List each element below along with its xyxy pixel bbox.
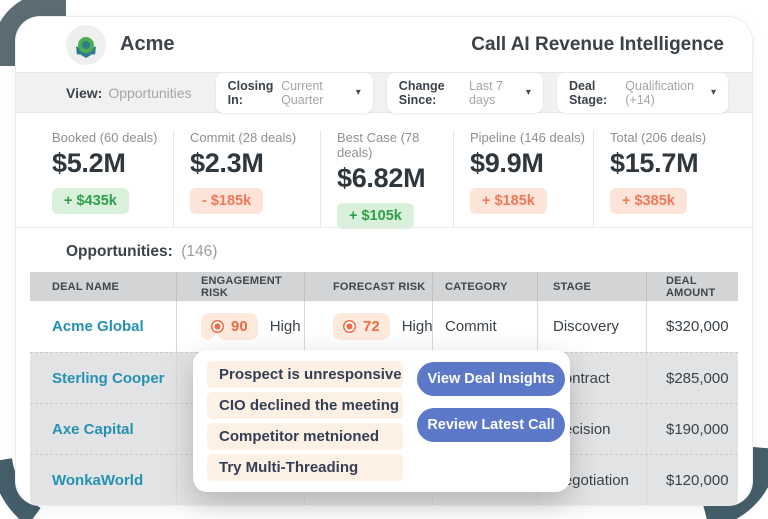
kpi-total: Total (206 deals) $15.7M + $385k xyxy=(593,130,752,227)
acme-logo-icon xyxy=(73,32,99,58)
kpi-delta-badge: + $435k xyxy=(52,188,129,214)
column-header-deal-amount: DEAL AMOUNT xyxy=(646,272,738,301)
deal-amount-cell: $190,000 xyxy=(646,404,738,454)
kpi-value: $5.2M xyxy=(52,148,173,179)
column-header-deal-name: DEAL NAME xyxy=(30,272,176,301)
kpi-label: Best Case (78 deals) xyxy=(337,130,453,160)
kpi-pipeline: Pipeline (146 deals) $9.9M + $185k xyxy=(453,130,593,227)
deal-name-link[interactable]: Acme Global xyxy=(52,318,144,335)
kpi-delta-badge: + $105k xyxy=(337,203,414,229)
engagement-risk-level: High xyxy=(270,318,301,335)
engagement-risk-score: 90 xyxy=(231,318,248,335)
kpi-label: Commit (28 deals) xyxy=(190,130,320,145)
popup-actions: View Deal Insights Review Latest Call xyxy=(417,361,565,481)
page-title: Call AI Revenue Intelligence xyxy=(471,34,724,56)
change-since-dropdown[interactable]: Change Since: Last 7 days ▾ xyxy=(387,73,543,113)
table-row[interactable]: Acme Global 90 High 72 High Commit Disco… xyxy=(30,301,738,352)
column-header-stage: STAGE xyxy=(537,272,646,301)
engagement-risk-badge[interactable]: 90 xyxy=(201,313,258,340)
risk-reason-item: CIO declined the meeting xyxy=(207,392,403,419)
risk-reason-item: Try Multi-Threading xyxy=(207,454,403,481)
kpi-label: Booked (60 deals) xyxy=(52,130,173,145)
deal-stage-dropdown[interactable]: Deal Stage: Qualification (+14) ▾ xyxy=(557,73,728,113)
kpi-value: $6.82M xyxy=(337,163,453,194)
column-header-engagement-risk: ENGAGEMENT RISK xyxy=(176,272,304,301)
closing-in-label: Closing In: xyxy=(228,79,276,107)
kpi-label: Pipeline (146 deals) xyxy=(470,130,593,145)
risk-dot-icon xyxy=(343,320,356,333)
kpi-delta-badge: + $385k xyxy=(610,188,687,214)
forecast-risk-level: High xyxy=(402,318,433,335)
change-since-value: Last 7 days xyxy=(469,79,517,107)
deal-name-cell: WonkaWorld xyxy=(30,455,176,505)
chevron-down-icon: ▾ xyxy=(526,87,531,98)
stage-cell: Discovery xyxy=(537,301,646,352)
review-latest-call-button[interactable]: Review Latest Call xyxy=(417,408,565,442)
deal-amount-cell: $285,000 xyxy=(646,353,738,403)
view-value[interactable]: Opportunities xyxy=(108,85,191,101)
chevron-down-icon: ▾ xyxy=(711,87,716,98)
risk-reason-item: Competitor metnioned xyxy=(207,423,403,450)
engagement-risk-cell: 90 High xyxy=(176,301,304,352)
closing-in-dropdown[interactable]: Closing In: Current Quarter ▾ xyxy=(216,73,373,113)
deal-name-link[interactable]: Axe Capital xyxy=(52,421,134,438)
deal-stage-label: Deal Stage: xyxy=(569,79,620,107)
opportunities-heading: Opportunities: (146) xyxy=(16,227,752,272)
deal-stage-value: Qualification (+14) xyxy=(625,79,702,107)
forecast-risk-score: 72 xyxy=(363,318,380,335)
kpi-booked: Booked (60 deals) $5.2M + $435k xyxy=(16,130,173,227)
deal-name-cell: Axe Capital xyxy=(30,404,176,454)
kpi-value: $9.9M xyxy=(470,148,593,179)
view-label: View: xyxy=(66,85,102,101)
column-header-category: CATEGORY xyxy=(432,272,537,301)
kpi-commit: Commit (28 deals) $2.3M - $185k xyxy=(173,130,320,227)
opportunities-count: (146) xyxy=(181,243,217,260)
risk-reason-item: Prospect is unresponsive xyxy=(207,361,403,388)
company-logo xyxy=(66,25,106,65)
app-header: Acme Call AI Revenue Intelligence xyxy=(16,17,752,72)
kpi-best-case: Best Case (78 deals) $6.82M + $105k xyxy=(320,130,453,227)
deal-name-cell: Sterling Cooper xyxy=(30,353,176,403)
forecast-risk-cell: 72 High xyxy=(304,301,432,352)
risk-dot-icon xyxy=(211,320,224,333)
change-since-label: Change Since: xyxy=(399,79,464,107)
kpi-label: Total (206 deals) xyxy=(610,130,752,145)
risk-details-popup: Prospect is unresponsive CIO declined th… xyxy=(193,350,570,492)
chevron-down-icon: ▾ xyxy=(356,87,361,98)
column-header-forecast-risk: FORECAST RISK xyxy=(304,272,432,301)
kpi-delta-badge: - $185k xyxy=(190,188,263,214)
view-deal-insights-button[interactable]: View Deal Insights xyxy=(417,362,565,396)
deal-name-cell: Acme Global xyxy=(30,301,176,352)
kpi-delta-badge: + $185k xyxy=(470,188,547,214)
table-header-row: DEAL NAME ENGAGEMENT RISK FORECAST RISK … xyxy=(30,272,738,301)
company-name: Acme xyxy=(120,33,174,56)
kpi-value: $15.7M xyxy=(610,148,752,179)
category-cell: Commit xyxy=(432,301,537,352)
deal-amount-cell: $120,000 xyxy=(646,455,738,505)
risk-reason-list: Prospect is unresponsive CIO declined th… xyxy=(207,361,403,481)
forecast-risk-badge[interactable]: 72 xyxy=(333,313,390,340)
closing-in-value: Current Quarter xyxy=(281,79,347,107)
filter-bar: View: Opportunities Closing In: Current … xyxy=(16,72,752,113)
opportunities-label: Opportunities: xyxy=(66,243,173,260)
deal-amount-cell: $320,000 xyxy=(646,301,738,352)
kpi-row: Booked (60 deals) $5.2M + $435k Commit (… xyxy=(16,113,752,227)
kpi-value: $2.3M xyxy=(190,148,320,179)
deal-name-link[interactable]: WonkaWorld xyxy=(52,472,143,489)
deal-name-link[interactable]: Sterling Cooper xyxy=(52,370,165,387)
